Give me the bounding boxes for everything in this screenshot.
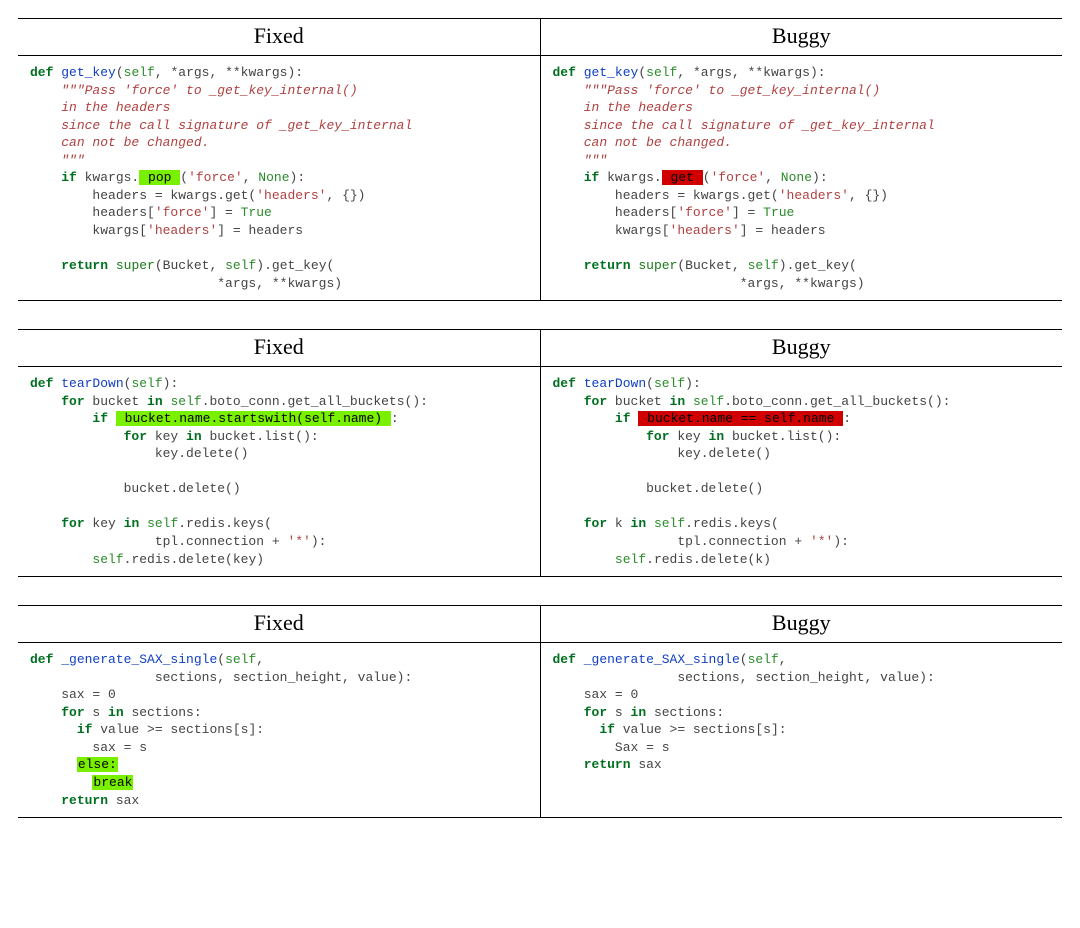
highlight-buggy: get — [662, 170, 703, 185]
header-buggy: Buggy — [541, 606, 1063, 642]
fixed-code: def tearDown(self): for bucket in self.b… — [18, 367, 540, 576]
code-listing: def tearDown(self): for bucket in self.b… — [553, 375, 1053, 568]
code-row: def get_key(self, *args, **kwargs): """P… — [18, 56, 1062, 300]
header-buggy: Buggy — [541, 330, 1063, 366]
code-row: def tearDown(self): for bucket in self.b… — [18, 367, 1062, 576]
header-row: FixedBuggy — [18, 606, 1062, 642]
code-row: def _generate_SAX_single(self, sections,… — [18, 643, 1062, 817]
header-fixed: Fixed — [18, 330, 540, 366]
header-buggy: Buggy — [541, 19, 1063, 55]
highlight-fixed: break — [92, 775, 133, 790]
code-listing: def _generate_SAX_single(self, sections,… — [553, 651, 1053, 774]
fixed-code: def get_key(self, *args, **kwargs): """P… — [18, 56, 540, 300]
buggy-code: def _generate_SAX_single(self, sections,… — [541, 643, 1063, 817]
bottom-rule — [18, 817, 1062, 818]
comparison-block: FixedBuggy def _generate_SAX_single(self,… — [18, 605, 1062, 818]
code-listing: def get_key(self, *args, **kwargs): """P… — [553, 64, 1053, 292]
bottom-rule — [18, 576, 1062, 577]
buggy-code: def get_key(self, *args, **kwargs): """P… — [541, 56, 1063, 300]
highlight-fixed: pop — [139, 170, 180, 185]
bottom-rule — [18, 300, 1062, 301]
code-listing: def tearDown(self): for bucket in self.b… — [30, 375, 530, 568]
fixed-code: def _generate_SAX_single(self, sections,… — [18, 643, 540, 817]
header-row: FixedBuggy — [18, 330, 1062, 366]
comparison-block: FixedBuggy def tearDown(self): for bucket… — [18, 329, 1062, 577]
header-row: FixedBuggy — [18, 19, 1062, 55]
highlight-buggy: bucket.name == self.name — [638, 411, 843, 426]
header-fixed: Fixed — [18, 606, 540, 642]
header-fixed: Fixed — [18, 19, 540, 55]
code-listing: def _generate_SAX_single(self, sections,… — [30, 651, 530, 809]
highlight-fixed: else: — [77, 757, 118, 772]
code-listing: def get_key(self, *args, **kwargs): """P… — [30, 64, 530, 292]
comparison-block: FixedBuggy def get_key(self, *args, **kwa… — [18, 18, 1062, 301]
code-comparison-figure: FixedBuggydef get_key(self, *args, **kwa… — [18, 18, 1062, 818]
buggy-code: def tearDown(self): for bucket in self.b… — [541, 367, 1063, 576]
highlight-fixed: bucket.name.startswith(self.name) — [116, 411, 391, 426]
